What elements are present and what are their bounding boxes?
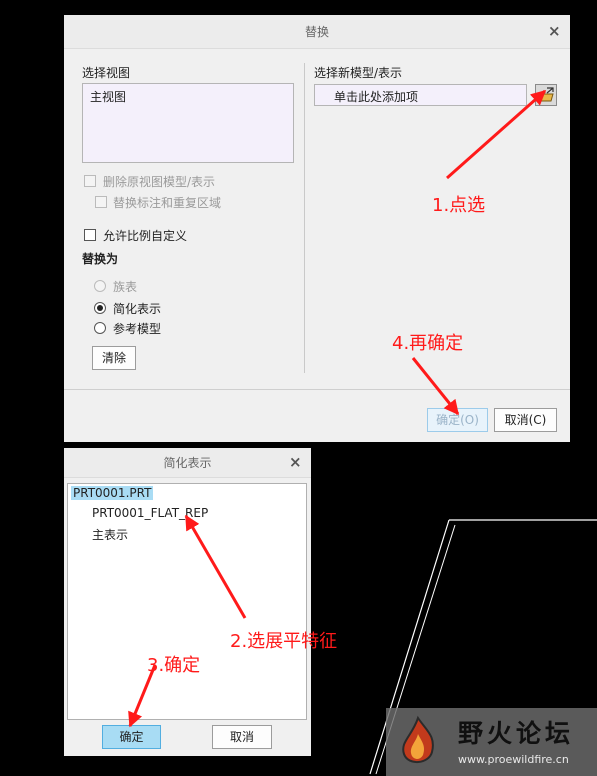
annotation-step2: 2.选展平特征 — [230, 631, 338, 652]
flame-logo-icon — [402, 715, 434, 763]
annotation-overlay — [128, 89, 597, 775]
watermark-title: 野火论坛 — [458, 719, 575, 748]
annotation-step4: 4.再确定 — [392, 333, 464, 354]
annotation-step3: 3.确定 — [147, 655, 201, 676]
forum-watermark: 野火论坛 www.proewildfire.cn — [386, 708, 597, 776]
watermark-url: www.proewildfire.cn — [458, 753, 569, 766]
arrow-step1 — [446, 89, 547, 180]
annotation-step1: 1.点选 — [432, 195, 486, 216]
arrow-step2 — [184, 514, 247, 619]
arrow-step4 — [411, 357, 460, 416]
